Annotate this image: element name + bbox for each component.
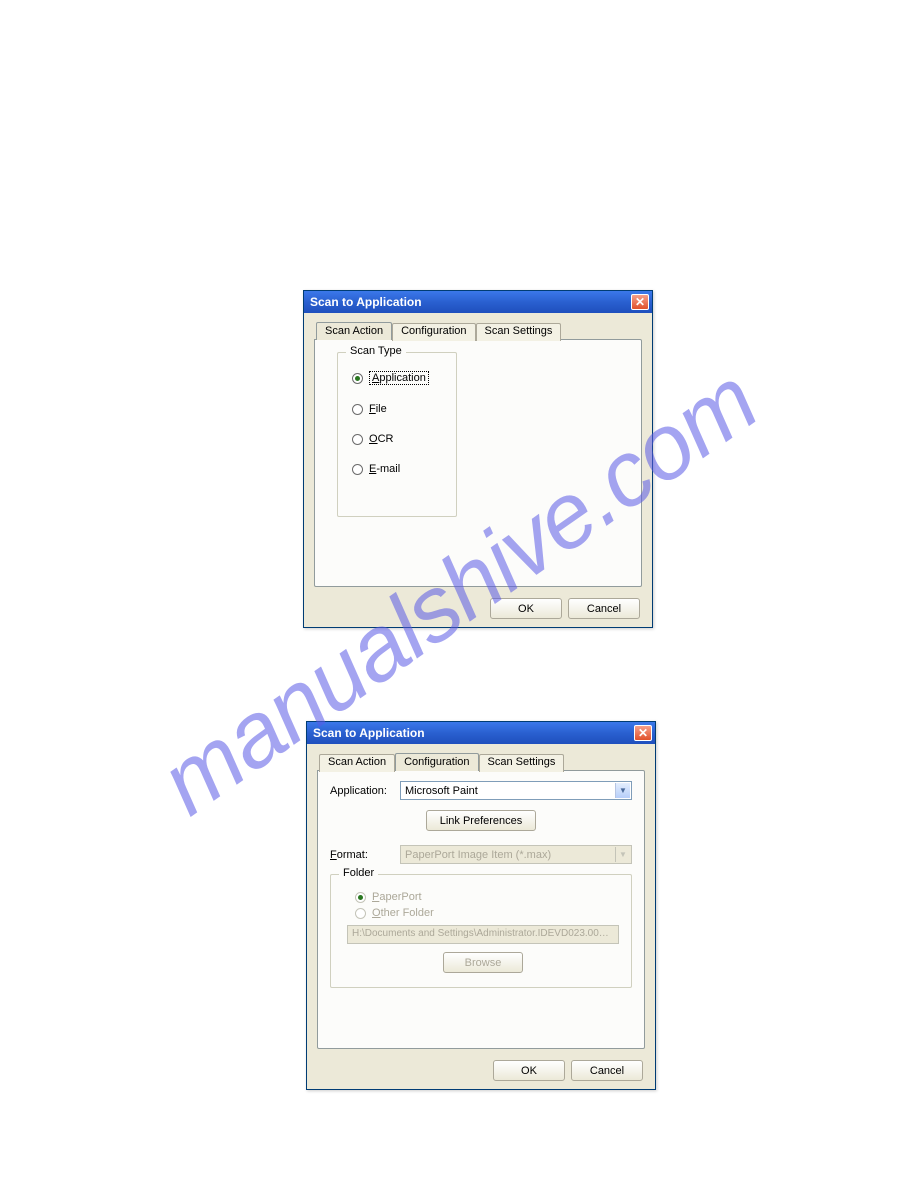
radio-ocr[interactable]: OCR — [352, 433, 446, 445]
dialog-button-bar: OK Cancel — [490, 598, 640, 619]
close-button[interactable]: ✕ — [631, 294, 649, 310]
tab-configuration[interactable]: Configuration — [395, 753, 478, 771]
ok-button[interactable]: OK — [493, 1060, 565, 1081]
radio-icon — [352, 404, 363, 415]
dialog-client: Scan Action Configuration Scan Settings … — [307, 744, 655, 1089]
row-browse: Browse — [345, 952, 621, 973]
close-icon: ✕ — [638, 727, 648, 739]
radio-icon — [352, 373, 363, 384]
cancel-button[interactable]: Cancel — [568, 598, 640, 619]
tab-scan-settings[interactable]: Scan Settings — [479, 754, 565, 772]
dialog-client: Scan Action Configuration Scan Settings … — [304, 313, 652, 627]
radio-label: E-mail — [369, 463, 400, 475]
dialog-button-bar: OK Cancel — [493, 1060, 643, 1081]
ok-button[interactable]: OK — [490, 598, 562, 619]
chevron-down-icon: ▼ — [615, 847, 630, 862]
radio-icon — [352, 434, 363, 445]
radio-paperport: PaperPort — [355, 891, 621, 903]
titlebar: Scan to Application ✕ — [307, 722, 655, 744]
radio-label: File — [369, 403, 387, 415]
tab-scan-settings[interactable]: Scan Settings — [476, 323, 562, 341]
close-button[interactable]: ✕ — [634, 725, 652, 741]
tab-configuration[interactable]: Configuration — [392, 323, 475, 341]
tab-strip: Scan Action Configuration Scan Settings — [319, 752, 645, 770]
radio-other-folder: Other Folder — [355, 907, 621, 919]
dialog-title: Scan to Application — [313, 726, 425, 740]
row-application: Application: Microsoft Paint ▼ — [330, 781, 632, 800]
radio-label: Other Folder — [372, 907, 434, 919]
application-label: Application: — [330, 785, 392, 797]
titlebar: Scan to Application ✕ — [304, 291, 652, 313]
tab-scan-action[interactable]: Scan Action — [316, 322, 392, 340]
row-format: Format: PaperPort Image Item (*.max) ▼ — [330, 845, 632, 864]
application-dropdown[interactable]: Microsoft Paint ▼ — [400, 781, 632, 800]
dialog-scan-to-application-2: Scan to Application ✕ Scan Action Config… — [306, 721, 656, 1090]
radio-file[interactable]: File — [352, 403, 446, 415]
tab-panel-scan-action: Scan Type Application File OCR E-mail — [314, 339, 642, 587]
tab-panel-configuration: Application: Microsoft Paint ▼ Link Pref… — [317, 770, 645, 1049]
format-value: PaperPort Image Item (*.max) — [405, 849, 551, 861]
row-link-preferences: Link Preferences — [330, 810, 632, 831]
radio-label: Application — [369, 371, 429, 385]
dialog-scan-to-application-1: Scan to Application ✕ Scan Action Config… — [303, 290, 653, 628]
tab-strip: Scan Action Configuration Scan Settings — [316, 321, 642, 339]
radio-icon — [352, 464, 363, 475]
radio-label: PaperPort — [372, 891, 422, 903]
groupbox-scan-type: Scan Type Application File OCR E-mail — [337, 352, 457, 517]
group-legend: Folder — [339, 867, 378, 879]
radio-application[interactable]: Application — [352, 371, 446, 385]
link-preferences-button[interactable]: Link Preferences — [426, 810, 536, 831]
folder-path-display: H:\Documents and Settings\Administrator.… — [347, 925, 619, 944]
browse-button: Browse — [443, 952, 523, 973]
radio-email[interactable]: E-mail — [352, 463, 446, 475]
format-dropdown: PaperPort Image Item (*.max) ▼ — [400, 845, 632, 864]
cancel-button[interactable]: Cancel — [571, 1060, 643, 1081]
chevron-down-icon: ▼ — [615, 783, 630, 798]
radio-label: OCR — [369, 433, 393, 445]
dialog-title: Scan to Application — [310, 295, 422, 309]
radio-icon — [355, 908, 366, 919]
close-icon: ✕ — [635, 296, 645, 308]
format-label: Format: — [330, 849, 392, 861]
groupbox-folder: Folder PaperPort Other Folder H:\Documen… — [330, 874, 632, 988]
group-legend: Scan Type — [346, 345, 406, 357]
application-value: Microsoft Paint — [405, 785, 478, 797]
tab-scan-action[interactable]: Scan Action — [319, 754, 395, 772]
radio-icon — [355, 892, 366, 903]
